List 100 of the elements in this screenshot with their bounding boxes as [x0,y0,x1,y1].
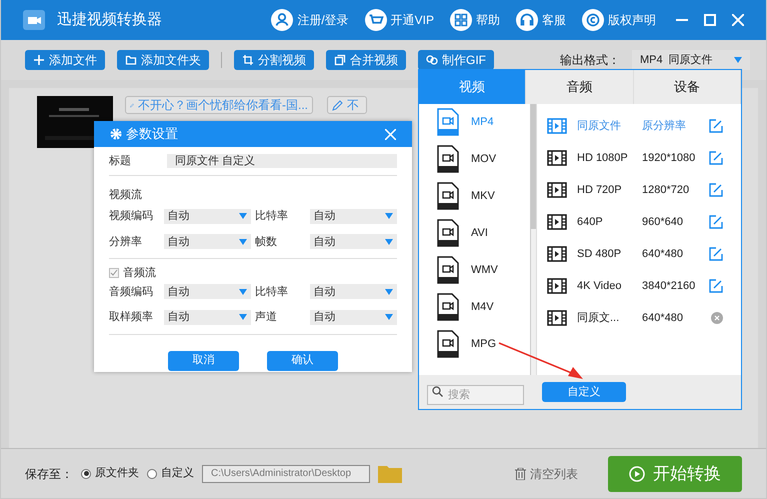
header-link[interactable]: 开通VIP [364,9,434,31]
edit-icon[interactable] [709,279,723,293]
dropdown[interactable]: 自动 [310,234,397,250]
field-label: 比特率 [255,284,289,300]
cart-icon [364,9,387,31]
format-item[interactable]: M4V [437,293,530,321]
user-icon [271,9,294,31]
copy-icon [334,54,346,66]
dropdown[interactable]: 自动 [310,284,397,300]
folder-icon [125,54,137,66]
caret-icon [385,314,393,320]
output-format-label: 输出格式： [560,52,620,69]
field-label: 声道 [255,310,278,325]
search-field[interactable]: 搜索 [427,385,524,405]
dropdown[interactable]: 自动 [310,208,397,224]
app-title: 迅捷视频转换器 [57,10,162,30]
dialog-title: 参数设置 [126,125,178,144]
header-link[interactable]: 帮助 [450,9,500,31]
file-icon [437,293,459,321]
toolbar-button[interactable]: 制作GIF [418,50,494,70]
link-icon [426,54,438,66]
format-item[interactable]: MOV [437,145,530,173]
dropdown[interactable]: 自动 [164,208,251,224]
preset-row[interactable]: HD 720P 1280*720 [547,174,723,206]
field-label: 音频编码 [109,284,154,300]
file-icon [437,219,459,247]
film-icon [547,182,567,198]
field-label: 帧数 [255,234,278,250]
section-title: 视频流 [109,189,142,201]
radio-option[interactable]: 自定义 [147,465,194,482]
header-link[interactable]: 版权声明 [582,9,656,31]
field-label: 比特率 [255,208,289,224]
format-item[interactable]: AVI [437,219,530,247]
checkmark-icon [110,269,118,278]
field-label: 分辨率 [109,234,143,250]
title-field[interactable]: 同原文件 自定义 [167,154,397,168]
file-icon [437,108,459,136]
film-icon [547,150,567,166]
caret-icon [385,288,393,295]
caret-icon [239,288,247,295]
headset-icon [516,9,538,31]
caret-icon [239,314,247,320]
dropdown[interactable]: 自动 [164,284,251,300]
field-label: 取样频率 [109,310,154,325]
film-icon [547,214,567,230]
edit-icon[interactable] [709,151,723,165]
format-item[interactable]: MKV [437,182,530,210]
close-icon[interactable] [732,14,744,26]
gear-icon [110,128,122,140]
audio-stream-checkbox[interactable]: 音频流 [109,265,397,282]
copyright-icon [582,9,604,31]
format-item[interactable]: MPG [437,330,530,358]
dropdown[interactable]: 自动 [164,310,251,325]
caret-icon [239,238,247,245]
edit-icon[interactable] [709,119,723,133]
film-icon [547,310,567,326]
preset-row[interactable]: 640P 960*640 [547,206,723,238]
toolbar-button[interactable]: 添加文件 [25,50,105,70]
toolbar-button[interactable]: 合并视频 [326,50,406,70]
preset-row[interactable]: HD 1080P 1920*1080 [547,142,723,174]
caret-icon [385,213,393,220]
close-icon[interactable] [385,128,396,140]
dropdown[interactable]: 自动 [164,234,251,250]
toolbar-button[interactable]: 添加文件夹 [117,50,209,70]
search-icon [432,386,443,397]
film-icon [547,246,567,262]
radio-option[interactable]: 原文件夹 [81,465,139,482]
caret-icon [385,238,393,245]
header-link[interactable]: 注册/登录 [271,9,349,31]
header-link[interactable]: 客服 [516,9,566,31]
edit-icon[interactable] [709,183,723,197]
crop-icon [242,54,254,66]
file-icon [437,330,459,358]
path-field[interactable]: C:\Users\Administrator\Desktop [202,464,370,482]
caret-icon [239,213,247,220]
edit-icon[interactable] [709,215,723,229]
clear-list-button[interactable]: 清空列表 [515,464,578,482]
save-label: 保存至： [25,466,73,482]
output-format-select[interactable]: MP4 同原文件 [632,50,750,70]
preset-row[interactable]: 同原文... 640*480 [547,302,723,334]
preset-row[interactable]: 4K Video 3840*2160 [547,270,723,302]
field-label: 标题 [109,154,132,169]
scrollbar[interactable] [530,104,536,375]
film-icon [547,278,567,294]
maximize-icon[interactable] [704,14,716,26]
edit-icon[interactable] [709,247,723,261]
format-item[interactable]: WMV [437,256,530,284]
file-icon [437,145,459,173]
grid-icon [450,9,472,31]
toolbar-button[interactable]: 分割视频 [234,50,314,70]
dropdown[interactable]: 自动 [310,310,397,325]
app-logo-icon [23,10,45,30]
plus-icon [33,54,45,66]
caret-icon [734,57,742,63]
delete-icon[interactable] [711,312,723,324]
play-icon [629,466,645,482]
trash-icon [515,468,526,480]
file-icon [437,182,459,210]
field-label: 视频编码 [109,209,154,224]
preset-row[interactable]: SD 480P 640*480 [547,238,723,270]
